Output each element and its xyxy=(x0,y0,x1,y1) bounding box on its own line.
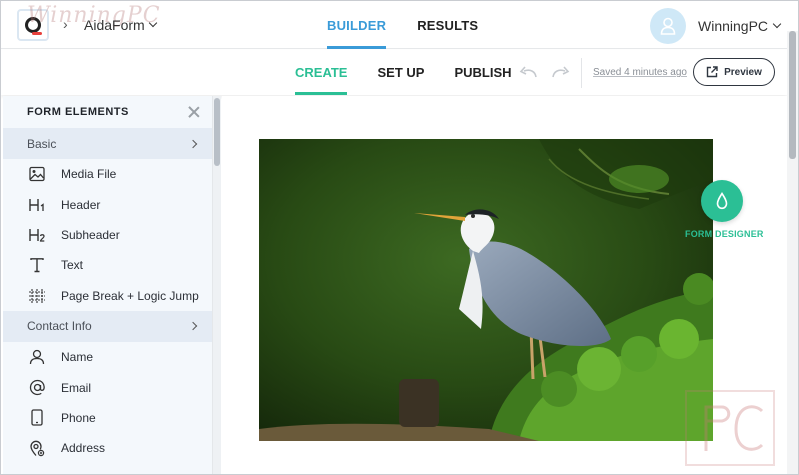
tab-set-up[interactable]: SET UP xyxy=(377,50,424,95)
element-address[interactable]: Address xyxy=(3,433,212,463)
user-icon xyxy=(660,17,676,35)
form-name-dropdown[interactable]: AidaForm xyxy=(84,17,157,33)
section-contact-info[interactable]: Contact Info xyxy=(3,310,212,342)
external-link-icon xyxy=(706,66,718,78)
builder-toolbar: CREATE SET UP PUBLISH Saved 4 minutes ag… xyxy=(1,50,787,95)
element-page-break[interactable]: Page Break + Logic Jump xyxy=(3,281,212,311)
media-image-heron[interactable] xyxy=(259,139,713,441)
panel-header: FORM ELEMENTS xyxy=(3,96,212,128)
element-text[interactable]: Text xyxy=(3,250,212,280)
element-phone[interactable]: Phone xyxy=(3,403,212,433)
element-label: Subheader xyxy=(61,227,120,242)
text-icon xyxy=(27,255,47,275)
chevron-down-icon xyxy=(148,18,157,28)
panel-title: FORM ELEMENTS xyxy=(27,106,129,118)
chevron-right-icon xyxy=(188,322,198,331)
element-label: Email xyxy=(61,380,92,395)
form-elements-panel: FORM ELEMENTS Basic Media File Header Su… xyxy=(3,96,213,474)
droplet-icon xyxy=(716,192,728,210)
element-media-file[interactable]: Media File xyxy=(3,159,212,189)
user-avatar[interactable] xyxy=(650,8,686,44)
close-icon[interactable] xyxy=(188,106,200,118)
pc-watermark-logo xyxy=(684,389,776,467)
image-icon xyxy=(27,164,47,184)
section-label: Basic xyxy=(27,136,57,151)
user-name: WinningPC xyxy=(698,18,769,34)
element-label: Header xyxy=(61,197,101,212)
heron-photo xyxy=(259,139,713,441)
tab-builder[interactable]: BUILDER xyxy=(327,1,387,49)
element-subheader[interactable]: Subheader xyxy=(3,220,212,250)
undo-icon[interactable] xyxy=(519,65,539,79)
element-name[interactable]: Name xyxy=(3,342,212,372)
h1-icon xyxy=(27,195,47,215)
page-scrollbar-thumb[interactable] xyxy=(789,31,796,159)
at-icon xyxy=(27,378,47,398)
section-basic[interactable]: Basic xyxy=(3,128,212,159)
person-icon xyxy=(27,347,47,367)
top-nav-tabs: BUILDER RESULTS xyxy=(327,1,478,49)
builder-tabs: CREATE SET UP PUBLISH xyxy=(295,50,512,95)
section-label: Contact Info xyxy=(27,319,92,334)
phone-icon xyxy=(27,408,47,428)
preview-label: Preview xyxy=(724,66,762,78)
location-icon xyxy=(27,438,47,458)
chevron-down-icon xyxy=(772,19,782,29)
form-name-label: AidaForm xyxy=(84,17,145,33)
element-label: Name xyxy=(61,350,94,365)
chevron-right-icon xyxy=(188,139,198,148)
preview-button[interactable]: Preview xyxy=(693,58,775,86)
page-break-icon xyxy=(27,286,47,306)
element-header[interactable]: Header xyxy=(3,189,212,219)
h2-icon xyxy=(27,225,47,245)
app-window: WinningPC › AidaForm BUILDER RESULTS Win… xyxy=(0,0,799,475)
breadcrumb-separator: › xyxy=(63,16,68,32)
panel-scrollbar-thumb[interactable] xyxy=(214,98,220,166)
element-label: Page Break + Logic Jump xyxy=(61,288,199,303)
form-designer-button[interactable] xyxy=(701,180,743,222)
tab-create[interactable]: CREATE xyxy=(295,50,348,95)
redo-icon[interactable] xyxy=(550,65,570,79)
page-scrollbar[interactable] xyxy=(787,31,798,474)
tab-publish[interactable]: PUBLISH xyxy=(454,50,511,95)
element-label: Phone xyxy=(61,410,96,425)
element-email[interactable]: Email xyxy=(3,372,212,402)
top-bar: WinningPC › AidaForm BUILDER RESULTS Win… xyxy=(1,1,798,49)
element-label: Media File xyxy=(61,167,117,182)
element-label: Text xyxy=(61,258,84,273)
panel-scrollbar[interactable] xyxy=(213,96,221,474)
element-label: Address xyxy=(61,441,106,456)
toolbar-divider xyxy=(581,58,582,88)
tab-results[interactable]: RESULTS xyxy=(417,1,478,49)
form-designer-label: FORM DESIGNER xyxy=(685,229,764,239)
saved-status: Saved 4 minutes ago xyxy=(593,67,687,78)
user-menu[interactable]: WinningPC xyxy=(698,18,782,34)
